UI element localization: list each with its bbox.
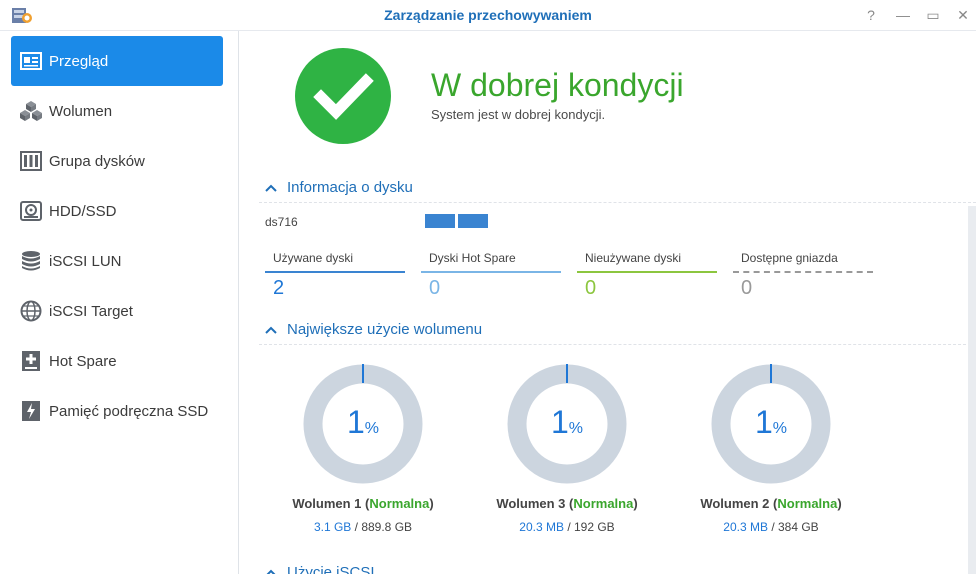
stat-underline [577,271,717,273]
health-status-title: W dobrej kondycji [431,67,684,103]
sidebar-item-iscsi-target[interactable]: iSCSI Target [11,286,223,336]
chevron-up-icon [265,321,277,338]
device-name: ds716 [265,215,298,229]
health-status-subtitle: System jest w dobrej kondycji. [431,107,606,122]
volume-3-usage-donut[interactable]: 1% [507,364,627,484]
close-button[interactable]: ✕ [954,6,972,24]
donut-percent: 1% [754,404,788,440]
volume-2-usage-donut[interactable]: 1% [711,364,831,484]
iscsi-usage-section-header[interactable]: Użycie iSCSI [265,564,375,574]
title-bar: Zarządzanie przechowywaniem ? — ▭ ✕ [0,0,976,31]
volume-2-label: Wolumen 2 (Normalna) [700,496,842,511]
section-title: Informacja o dysku [287,179,413,196]
sidebar-item-overview[interactable]: Przegląd [11,36,223,86]
donut-percent: 1% [550,404,584,440]
health-status-circle [295,48,391,144]
stat-label: Dostępne gniazda [741,251,838,265]
sidebar: Przegląd Wolumen Grupa dysków HDD/SSD iS… [0,31,239,574]
vertical-scrollbar[interactable] [968,206,976,574]
stat-label: Używane dyski [273,251,354,265]
disk-slot-2[interactable] [458,214,488,228]
volume-status: Normalna [573,496,634,511]
hdd-icon [19,199,43,223]
ssd-cache-icon [19,399,43,423]
stat-underline [733,271,873,273]
window-title: Zarządzanie przechowywaniem [384,7,592,23]
sidebar-item-ssd-cache[interactable]: Pamięć podręczna SSD [11,386,223,436]
sidebar-item-label: Przegląd [49,52,109,70]
chevron-up-icon [265,179,277,196]
disk-slot-1[interactable] [425,214,455,228]
volume-3-size: 20.3 MB / 192 GB [519,520,615,534]
stat-unused-disks: Nieużywane dyski 0 [577,251,717,300]
sidebar-item-disk-group[interactable]: Grupa dysków [11,136,223,186]
volume-status: Normalna [777,496,838,511]
help-button[interactable]: ? [862,6,880,24]
volume-2-size: 20.3 MB / 384 GB [723,520,819,534]
donut-percent: 1% [346,404,380,440]
volume-1-size: 3.1 GB / 889.8 GB [313,520,413,534]
section-title: Największe użycie wolumenu [287,321,483,338]
sidebar-item-label: Grupa dysków [49,152,145,170]
sidebar-item-label: Hot Spare [49,352,117,370]
hot-spare-icon [19,349,43,373]
sidebar-item-label: iSCSI Target [49,302,133,320]
database-icon [19,249,43,273]
sidebar-item-label: HDD/SSD [49,202,117,220]
cubes-icon [19,99,43,123]
checkmark-icon [313,73,374,120]
stat-value: 0 [585,277,597,299]
stat-underline [265,271,405,273]
stat-hot-spare-disks: Dyski Hot Spare 0 [421,251,561,300]
maximize-button[interactable]: ▭ [924,6,942,24]
volume-usage-section-header[interactable]: Największe użycie wolumenu [265,321,482,338]
stat-value: 0 [429,277,441,299]
volume-3-label: Wolumen 3 (Normalna) [496,496,638,511]
sidebar-item-label: Wolumen [49,102,113,120]
disk-info-section-header[interactable]: Informacja o dysku [265,179,413,196]
minimize-button[interactable]: — [894,6,912,24]
sidebar-item-hot-spare[interactable]: Hot Spare [11,336,223,386]
stat-available-slots: Dostępne gniazda 0 [733,251,873,300]
section-title: Użycie iSCSI [287,564,375,574]
chevron-up-icon [265,564,277,574]
overview-icon [19,49,43,73]
sidebar-item-label: iSCSI LUN [49,252,122,270]
stat-underline [421,271,561,273]
section-divider [259,344,976,345]
section-divider [259,202,976,203]
stat-label: Nieużywane dyski [585,251,682,265]
sidebar-item-iscsi-lun[interactable]: iSCSI LUN [11,236,223,286]
sidebar-item-hdd-ssd[interactable]: HDD/SSD [11,186,223,236]
main-panel: W dobrej kondycji System jest w dobrej k… [239,31,976,574]
sidebar-item-volume[interactable]: Wolumen [11,86,223,136]
disk-group-icon [19,149,43,173]
sidebar-item-label: Pamięć podręczna SSD [49,402,209,420]
stat-value: 2 [273,277,285,299]
stat-value: 0 [741,277,753,299]
volume-1-label: Wolumen 1 (Normalna) [292,496,434,511]
volume-status: Normalna [369,496,430,511]
globe-icon [19,299,43,323]
volume-1-usage-donut[interactable]: 1% [303,364,423,484]
stat-used-disks: Używane dyski 2 [265,251,405,300]
stat-label: Dyski Hot Spare [429,251,516,265]
